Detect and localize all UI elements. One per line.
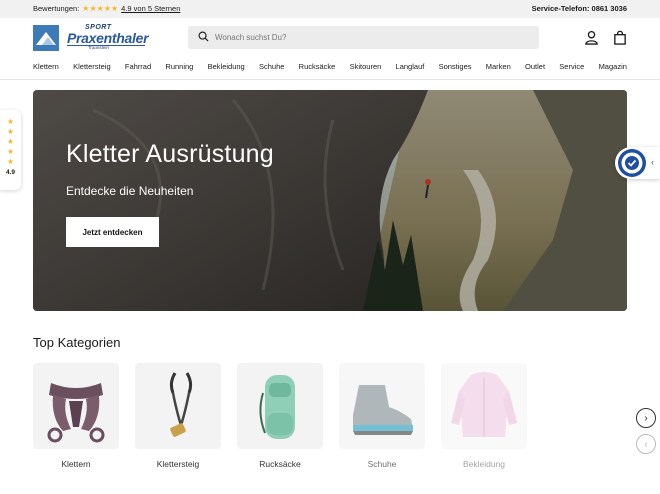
category-card-schuhe[interactable]: Schuhe [339,363,425,469]
search-icon [198,29,209,47]
logo-wordmark: SPORT Praxenthaler Traunstein [67,24,149,51]
search-input[interactable] [215,33,515,42]
site-header: SPORT Praxenthaler Traunstein [0,18,660,60]
search-bar[interactable] [188,26,539,49]
category-image-backpack [237,363,323,449]
hero-image [33,90,627,311]
category-image-jacket [441,363,527,449]
main-nav: Klettern Klettersteig Fahrrad Running Be… [33,62,627,71]
nav-item-klettersteig[interactable]: Klettersteig [73,62,111,71]
category-card-bekleidung[interactable]: Bekleidung [441,363,527,469]
nav-item-outlet[interactable]: Outlet [525,62,545,71]
category-label: Bekleidung [462,459,506,469]
categories-title: Top Kategorien [33,335,121,350]
hero-cta-button[interactable]: Jetzt entdecken [66,217,159,247]
mountain-logo-icon [33,25,59,51]
nav-item-schuhe[interactable]: Schuhe [259,62,284,71]
category-label: Klettersteig [156,459,200,469]
category-card-klettern[interactable]: Klettern [33,363,119,469]
nav-item-marken[interactable]: Marken [486,62,511,71]
chevron-right-icon: › [644,412,648,424]
rating-stars-icon: ★★★★★ [82,4,119,13]
rating-badge[interactable]: ★ ★ ★ ★ ★ 4.9 [0,110,21,190]
nav-divider [0,79,660,80]
category-card-rucksaecke[interactable]: Rucksäcke [237,363,323,469]
chevron-left-icon: ‹ [651,157,654,167]
star-icon: ★ [7,157,14,166]
top-bar: Bewertungen: ★★★★★ 4.9 von 5 Sternen Ser… [0,0,660,18]
ratings-label: Bewertungen: [33,4,80,13]
rating-value: 4.9 [5,169,16,176]
nav-item-sonstiges[interactable]: Sonstiges [439,62,472,71]
category-image-boot [339,363,425,449]
logo-brand: Praxenthaler [67,30,149,46]
logo-location: Traunstein [88,45,109,50]
category-label: Schuhe [367,459,397,469]
nav-item-skitouren[interactable]: Skitouren [350,62,382,71]
category-label: Klettern [61,459,91,469]
star-icon: ★ [7,127,14,136]
store-logo[interactable]: SPORT Praxenthaler Traunstein [33,24,149,51]
user-icon[interactable] [584,30,599,50]
nav-item-langlauf[interactable]: Langlauf [396,62,425,71]
nav-item-klettern[interactable]: Klettern [33,62,59,71]
service-phone: Service-Telefon: 0861 3036 [531,4,627,13]
carousel-next-button[interactable]: › [636,408,656,428]
nav-item-service[interactable]: Service [559,62,584,71]
chevron-left-icon: ‹ [644,438,648,450]
nav-item-running[interactable]: Running [165,62,193,71]
carousel-prev-button[interactable]: ‹ [636,434,656,454]
nav-item-bekleidung[interactable]: Bekleidung [208,62,245,71]
hero-subtitle: Entdecke die Neuheiten [66,184,194,198]
star-icon: ★ [7,117,14,126]
nav-item-fahrrad[interactable]: Fahrrad [125,62,151,71]
hero-title: Kletter Ausrüstung [66,140,274,168]
category-image-via-ferrata-set [135,363,221,449]
hero-banner: Kletter Ausrüstung Entdecke die Neuheite… [33,90,627,311]
category-label: Rucksäcke [259,459,301,469]
trusted-seal-icon [618,149,646,177]
ratings-summary: Bewertungen: ★★★★★ 4.9 von 5 Sternen [33,4,180,13]
nav-item-magazin[interactable]: Magazin [599,62,627,71]
rating-link[interactable]: 4.9 von 5 Sternen [121,4,180,13]
star-icon: ★ [7,147,14,156]
category-image-harness [33,363,119,449]
star-icon: ★ [7,137,14,146]
shopping-bag-icon[interactable] [613,30,627,50]
nav-item-rucksaecke[interactable]: Rucksäcke [299,62,336,71]
trusted-shops-badge[interactable]: ‹ [615,147,660,179]
category-card-klettersteig[interactable]: Klettersteig [135,363,221,469]
